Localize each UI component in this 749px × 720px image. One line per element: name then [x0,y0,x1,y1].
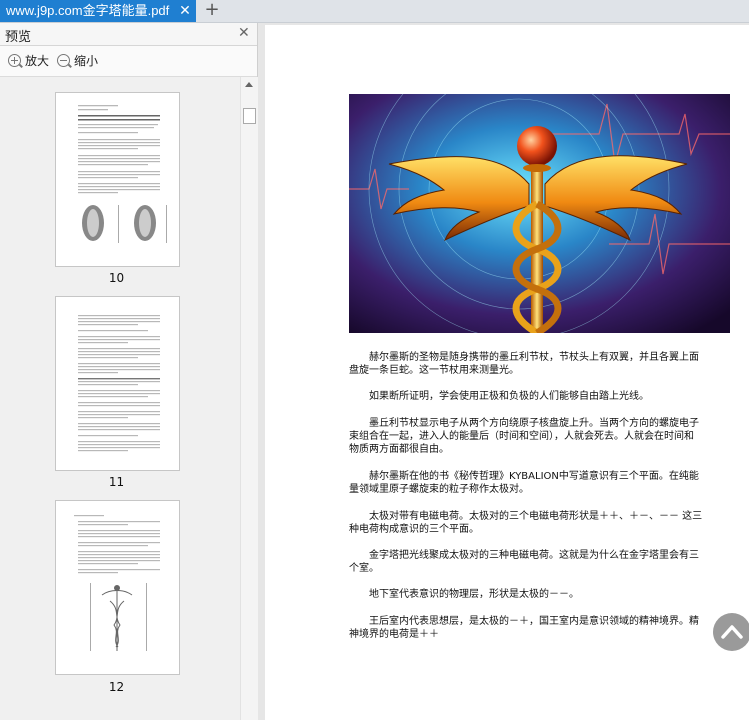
zoom-out-icon [57,54,72,68]
document-tab[interactable]: www.j9p.com金字塔能量.pdf ✕ [0,0,196,22]
document-view: 赫尔墨斯的圣物是随身携带的墨丘利节杖，节杖头上有双翼，并且各翼上面盘旋一条巨蛇。… [258,23,749,720]
close-tab-icon[interactable]: ✕ [178,0,192,22]
thumbnail-page-number: 10 [108,271,125,285]
zoom-out-button[interactable]: 缩小 [57,52,98,70]
zoom-toolbar: 放大 缩小 [0,46,257,77]
tab-bar: www.j9p.com金字塔能量.pdf ✕ + [0,0,749,23]
body-paragraph: 王后室内代表思想层，是太极的－＋，国王室内是意识领域的精神境界。精神境界的电荷是… [349,616,699,640]
scroll-up-arrow-icon[interactable] [245,82,253,87]
scroll-to-top-button[interactable] [713,613,749,651]
thumbnail-page-12[interactable] [55,500,180,675]
body-paragraph: 地下室代表意识的物理层，形状是太极的－－。 [369,589,579,600]
preview-panel-title: 预览 [5,30,32,45]
thumbnail-scrollbar[interactable] [240,77,258,720]
body-paragraph: 太极对带有电磁电荷。太极对的三个电磁电荷形状是＋＋、＋－、－－ 这三种电荷构成意… [349,511,703,535]
thumbnail-page-11[interactable] [55,296,180,471]
body-paragraph: 赫尔墨斯的圣物是随身携带的墨丘利节杖，节杖头上有双翼，并且各翼上面盘旋一条巨蛇。… [349,352,699,376]
chevron-up-icon [721,625,743,639]
body-paragraph: 金字塔把光线聚成太极对的三种电磁电荷。这就是为什么在金字塔里会有三个室。 [349,550,699,574]
caduceus-image [349,94,730,333]
zoom-in-button[interactable]: 放大 [8,52,49,70]
body-paragraph: 墨丘利节杖显示电子从两个方向绕原子核盘旋上升。当两个方向的螺旋电子束组合在一起，… [349,418,699,455]
zoom-out-label: 缩小 [74,54,99,68]
thumbnail-page-12-content [74,515,160,651]
thumbnail-list: 10 11 12 [0,77,240,720]
thumbnail-page-number: 12 [108,680,125,694]
body-paragraph: 赫尔墨斯在他的书《秘传哲理》KYBALION中写道意识有三个平面。在纯能量领域里… [349,470,703,496]
close-panel-icon[interactable]: ✕ [238,25,250,41]
thumbnail-page-10-content [78,105,167,243]
preview-panel: 预览 ✕ 放大 缩小 10 11 12 [0,23,258,720]
thumbnail-page-number: 11 [108,475,125,489]
pdf-page: 赫尔墨斯的圣物是随身携带的墨丘利节杖，节杖头上有双翼，并且各翼上面盘旋一条巨蛇。… [265,25,749,720]
body-text-english: KYBALION [509,471,559,482]
thumbnail-page-11-content [78,315,160,452]
zoom-in-label: 放大 [25,54,50,68]
zoom-in-icon [8,54,23,68]
new-tab-button[interactable]: + [203,0,221,22]
body-text: 赫尔墨斯在他的书《秘传哲理》 [369,471,509,482]
preview-panel-header: 预览 ✕ [0,23,257,46]
document-tab-title: www.j9p.com金字塔能量.pdf [6,3,170,18]
body-paragraph: 如果断所证明，学会使用正极和负极的人们能够自由踏上光线。 [369,391,649,402]
scrollbar-thumb[interactable] [243,108,256,124]
thumbnail-page-10[interactable] [55,92,180,267]
